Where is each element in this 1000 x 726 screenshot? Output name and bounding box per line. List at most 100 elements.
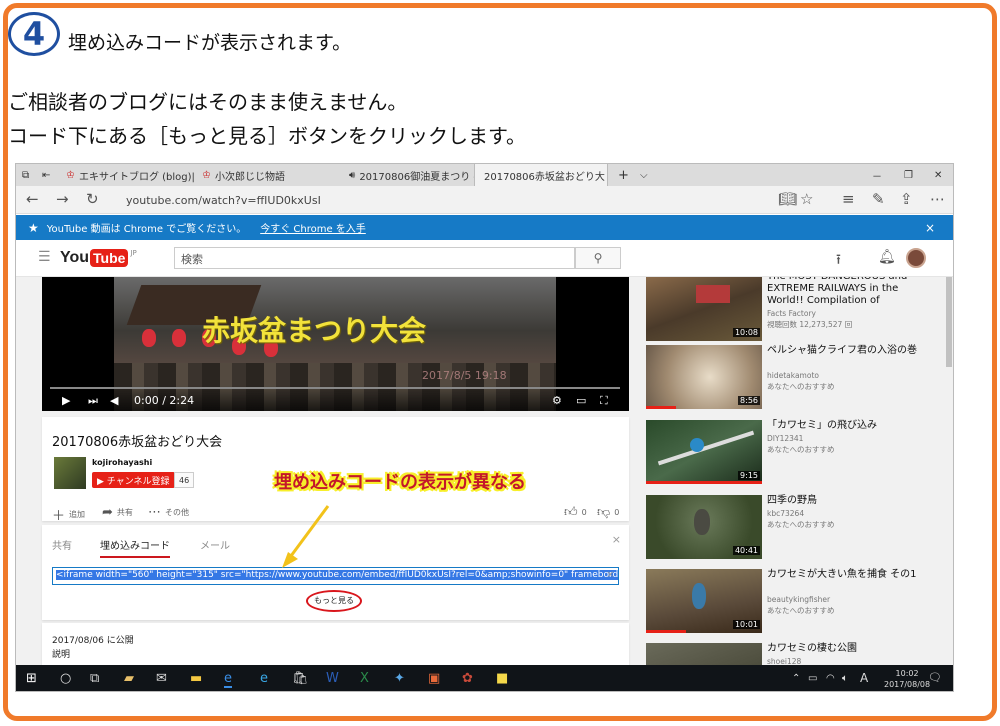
page-scrollbar[interactable]	[944, 277, 953, 667]
sticky-notes-icon[interactable]: ■	[496, 671, 508, 686]
new-tab-button[interactable]: +	[614, 164, 629, 186]
mail-icon[interactable]: ✉	[156, 671, 167, 686]
wifi-icon[interactable]: ◠	[826, 673, 835, 684]
windows-taskbar: ⊞ ○ ⧉ ▰ ✉ ▬ e e 🛍︎ W X ✦ ▣ ✿ ■ ⌃ ▭ ◠ 🔈︎ …	[16, 665, 953, 691]
related-channel: DIY12341	[767, 434, 804, 443]
tab-list-chevron-icon[interactable]: ⌵	[636, 164, 648, 186]
cortana-icon[interactable]: ○	[60, 671, 71, 686]
video-title-overlay: 赤坂盆まつり大会	[202, 314, 427, 347]
edge-icon[interactable]: e	[224, 671, 232, 688]
play-icon[interactable]: ▶	[62, 394, 70, 407]
tab-excite-blog[interactable]: ♔エキサイトブログ (blog)|コメント	[62, 164, 196, 186]
tab-email[interactable]: メール	[200, 537, 230, 552]
related-video[interactable]: 9:15 「カワセミ」の飛び込み DIY12341 あなたへのおすすめ	[646, 420, 936, 490]
toolbox-icon[interactable]: ▣	[428, 671, 440, 686]
url-field[interactable]: youtube.com/watch?v=ffIUD0kxUsI	[126, 194, 321, 207]
share-icon[interactable]: ⇪	[900, 190, 913, 208]
video-thumbnail	[646, 643, 762, 667]
tab-embed[interactable]: 埋め込みコード	[100, 537, 170, 558]
tab-kojiro[interactable]: ♔ 小次郎じじ物語	[198, 164, 338, 186]
store-icon[interactable]: 🛍︎	[292, 671, 309, 686]
share-button[interactable]: ➦ 共有	[102, 505, 133, 520]
reading-view-icon[interactable]: 📖︎	[778, 190, 797, 208]
channel-name[interactable]: kojirohayashi	[92, 458, 152, 467]
more-label: その他	[165, 508, 189, 517]
clear-icon[interactable]: ×	[606, 570, 614, 580]
refresh-icon[interactable]: ↻	[86, 190, 99, 208]
scrollbar-thumb[interactable]	[946, 277, 952, 367]
excel-icon[interactable]: X	[360, 671, 369, 686]
related-video[interactable]: 10:08 The MOST DANGEROUS and EXTREME RAI…	[646, 277, 936, 347]
get-chrome-link[interactable]: 今すぐ Chrome を入手	[260, 220, 366, 235]
step-title: 埋め込みコードが表示されます。	[68, 31, 352, 54]
tray-chevron-icon[interactable]: ⌃	[792, 673, 800, 684]
theater-mode-icon[interactable]: ▭	[576, 394, 586, 407]
video-player[interactable]: 赤坂盆まつり大会 2017/8/5 19:18 ▶ ⏭︎ ◀︎ 0:00 / 2…	[42, 277, 629, 411]
ime-indicator[interactable]: A	[860, 671, 868, 685]
address-bar: ← → ↻ youtube.com/watch?v=ffIUD0kxUsI 📖︎…	[16, 186, 953, 214]
search-button[interactable]: ⚲	[575, 247, 621, 269]
youtube-logo[interactable]: You Tube JP	[60, 249, 137, 267]
file-explorer-icon[interactable]: ▬	[190, 671, 202, 686]
video-thumbnail: 40:41	[646, 495, 762, 559]
star-icon: ★	[28, 220, 39, 235]
channel-avatar[interactable]	[54, 457, 86, 489]
settings-gear-icon[interactable]: ⚙︎	[552, 394, 562, 407]
related-video[interactable]: 40:41 四季の野鳥 kbc73264 あなたへのおすすめ	[646, 495, 936, 565]
battery-icon[interactable]: ▭	[808, 673, 817, 684]
duration-badge: 10:01	[732, 620, 760, 629]
subscribe-button[interactable]: ▶︎ チャンネル登録	[92, 472, 175, 488]
close-window-button[interactable]: ✕	[930, 164, 942, 186]
tab-aside-icon[interactable]: ⇤	[38, 164, 50, 186]
restore-button[interactable]: ❐	[900, 164, 913, 186]
action-center-icon[interactable]: 🗨︎	[928, 671, 942, 684]
minimize-button[interactable]: －	[868, 164, 882, 186]
word-icon[interactable]: W	[326, 671, 339, 686]
progress-bar[interactable]	[50, 387, 620, 389]
add-button[interactable]: ＋追加	[52, 505, 85, 524]
tab-manager-icon[interactable]: ⧉	[18, 164, 29, 186]
dislike-button[interactable]: 👎︎ 0	[597, 505, 619, 520]
notice-close-button[interactable]: ×	[925, 221, 935, 235]
related-video[interactable]: 8:56 ペルシャ猫クライフ君の入浴の巻 hidetakamoto あなたへのお…	[646, 345, 936, 415]
blog-favicon-icon: ♔	[66, 169, 75, 181]
fullscreen-icon[interactable]: ⛶	[600, 394, 608, 408]
related-title: The MOST DANGEROUS and EXTREME RAILWAYS …	[767, 277, 907, 306]
tab-share[interactable]: 共有	[52, 537, 72, 552]
more-icon[interactable]: ⋯	[930, 190, 945, 208]
favorite-star-icon[interactable]: ☆	[800, 190, 813, 208]
notifications-bell-icon[interactable]: 🔔︎	[878, 249, 896, 265]
share-close-icon[interactable]: ×	[612, 533, 621, 546]
watched-bar	[646, 481, 762, 484]
dots-icon: ⋯	[148, 505, 161, 520]
next-icon[interactable]: ⏭︎	[88, 394, 98, 408]
show-more-button[interactable]: もっと見る	[306, 590, 362, 612]
like-button[interactable]: 👍︎ 0	[564, 505, 587, 520]
more-actions-button[interactable]: ⋯ その他	[148, 505, 189, 520]
upload-icon[interactable]: ⭱	[836, 249, 841, 273]
avatar[interactable]	[906, 248, 926, 268]
related-video[interactable]: 10:01 カワセミが大きい魚を捕食 その1 beautykingfisher …	[646, 569, 936, 639]
web-note-icon[interactable]: ✎	[872, 190, 885, 208]
duration-badge: 40:41	[732, 546, 760, 555]
hub-icon[interactable]: ≡	[842, 190, 855, 208]
paint-icon[interactable]: ✿	[462, 671, 473, 686]
photos-icon[interactable]: ▰	[124, 671, 134, 686]
search-input[interactable]: 検索	[174, 247, 575, 269]
internet-explorer-icon[interactable]: e	[260, 671, 268, 686]
tab-label: 小次郎じじ物語	[214, 171, 285, 183]
tab-akasaka-dance[interactable]: 20170806赤坂盆おどり大✕	[474, 164, 608, 186]
back-icon[interactable]: ←	[26, 190, 39, 208]
related-video[interactable]: カワセミの棲む公園 shoei128	[646, 643, 936, 667]
tab-goyu-festival[interactable]: 🔊︎ 20170806御油夏まつり -	[340, 164, 474, 186]
duration-badge: 9:15	[738, 471, 760, 480]
guide-menu-icon[interactable]: ☰	[38, 249, 51, 265]
app-icon[interactable]: ✦	[394, 671, 405, 686]
forward-icon[interactable]: →	[56, 190, 69, 208]
description-label: 説明	[52, 650, 71, 660]
taskbar-clock[interactable]: 10:02 2017/08/08	[884, 668, 930, 690]
start-windows-icon[interactable]: ⊞	[26, 671, 37, 686]
volume-icon[interactable]: ◀︎	[110, 394, 118, 407]
task-view-icon[interactable]: ⧉	[90, 671, 99, 686]
volume-tray-icon[interactable]: 🔈︎	[842, 673, 848, 684]
